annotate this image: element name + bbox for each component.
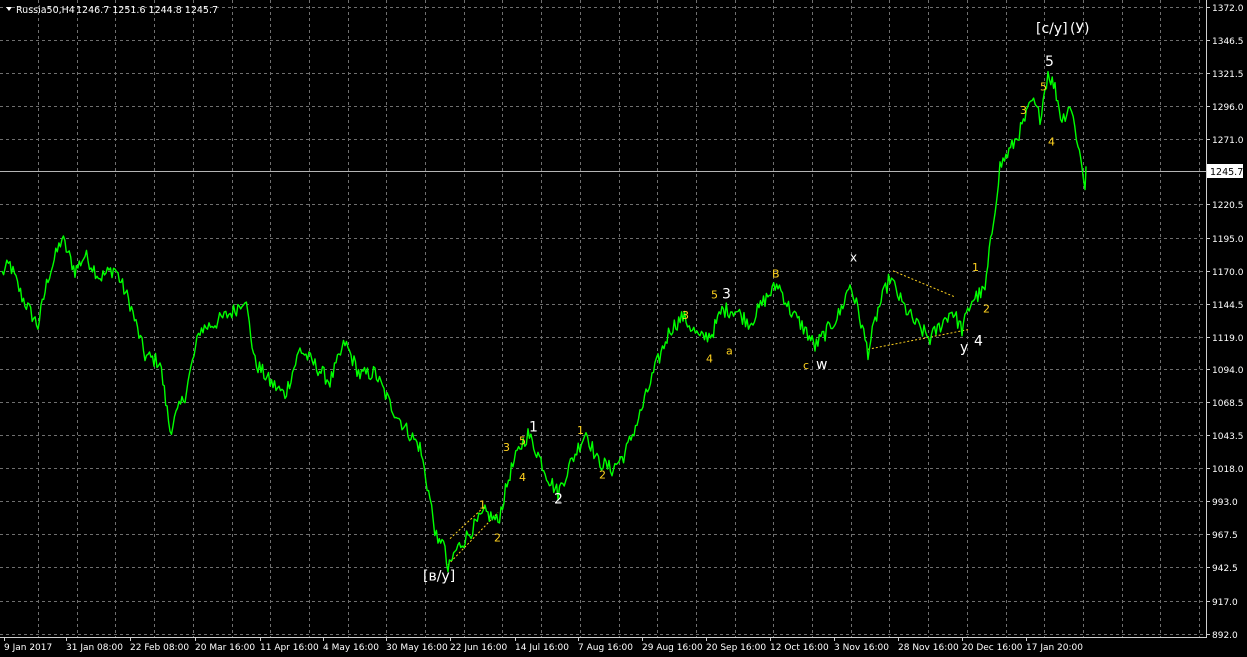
price-chart[interactable]: 1372.0 1346.5 1321.5 1296.0 1271.0 1220.5 1195… (0, 0, 1247, 657)
price-tick-label: 1170.0 (1212, 268, 1244, 278)
wave-label: c (803, 359, 809, 372)
price-tick-label: 1068.5 (1212, 399, 1244, 409)
price-tick-label: 1094.0 (1212, 366, 1244, 376)
wave-label: x (850, 251, 857, 265)
price-tick-label: 1144.5 (1212, 301, 1244, 311)
wave-label: w (816, 357, 827, 373)
symbol-label: Russia50,H4 (16, 5, 75, 16)
time-tick-label: 14 Jul 16:00 (515, 643, 569, 653)
price-tick-label: 1296.0 (1212, 103, 1244, 113)
time-tick-label: 20 Sep 16:00 (706, 643, 766, 653)
wave-label: 3 (722, 286, 731, 302)
time-tick-label: 29 Aug 16:00 (642, 643, 703, 653)
price-tick-label: 1018.0 (1212, 465, 1244, 475)
wave-label: 1 (479, 499, 486, 512)
time-tick-label: 22 Feb 08:00 (130, 643, 189, 653)
time-tick-label: 20 Dec 16:00 (962, 643, 1023, 653)
wave-label: 1 (529, 420, 538, 436)
wave-label: 3 (682, 309, 689, 322)
wave-label: 4 (974, 333, 983, 349)
time-tick-label: 20 Mar 16:00 (195, 643, 255, 653)
time-tick-label: 7 Aug 16:00 (578, 643, 633, 653)
wave-label: B (772, 267, 780, 280)
wave-label: 1 (577, 424, 584, 437)
wave-label: 3 (1020, 104, 1027, 117)
price-tick-label: 917.0 (1212, 598, 1238, 608)
time-tick-label: 22 Jun 16:00 (450, 643, 507, 653)
price-tick-label: 967.5 (1212, 531, 1238, 541)
wave-label: 3 (503, 441, 510, 454)
price-tick-label: 942.5 (1212, 564, 1238, 574)
price-tick-label: 1119.0 (1212, 334, 1244, 344)
wave-label: 5 (711, 288, 718, 301)
price-tick-label: 1195.0 (1212, 235, 1244, 245)
time-tick-label: 31 Jan 08:00 (66, 643, 123, 653)
price-tick-label: 1346.5 (1212, 37, 1244, 47)
wave-label: 2 (554, 491, 563, 507)
wave-label: [c/y] (1036, 21, 1068, 37)
price-tick-label: 892.0 (1212, 631, 1238, 641)
wave-label: 2 (983, 303, 990, 316)
wave-label: 2 (599, 469, 606, 482)
time-tick-label: 3 Nov 16:00 (834, 643, 889, 653)
time-tick-label: 28 Nov 16:00 (898, 643, 959, 653)
wave-label: 1 (972, 261, 979, 274)
price-tick-label: 1372.0 (1212, 4, 1244, 14)
current-price-label: 1245.7 (1210, 167, 1243, 178)
wave-label: 4 (706, 352, 713, 365)
wave-label: 5 (519, 435, 526, 448)
wave-label: 2 (494, 531, 501, 544)
chart-background (0, 0, 1247, 657)
time-tick-label: 9 Jan 2017 (4, 643, 52, 653)
price-tick-label: 1321.5 (1212, 70, 1244, 80)
price-tick-label: 1043.5 (1212, 432, 1244, 442)
ohlc-values: 1246.7 1251.6 1244.8 1245.7 (76, 5, 218, 16)
wave-label: y (960, 340, 968, 356)
time-tick-label: 12 Oct 16:00 (770, 643, 829, 653)
price-tick-label: 993.0 (1212, 498, 1238, 508)
wave-label: 5 (1045, 54, 1054, 70)
wave-label: 4 (1048, 135, 1055, 148)
wave-label: a (726, 344, 733, 357)
time-tick-label: 17 Jan 20:00 (1026, 643, 1083, 653)
wave-label: 4 (519, 471, 526, 484)
time-tick-label: 11 Apr 16:00 (260, 643, 319, 653)
price-tick-label: 1271.0 (1212, 136, 1244, 146)
time-tick-label: 4 May 16:00 (323, 643, 379, 653)
wave-label: (У) (1070, 21, 1089, 37)
wave-label: [в/у] (423, 568, 455, 584)
time-tick-label: 30 May 16:00 (386, 643, 448, 653)
wave-label: 5 (1040, 81, 1047, 94)
price-tick-label: 1220.5 (1212, 201, 1244, 211)
